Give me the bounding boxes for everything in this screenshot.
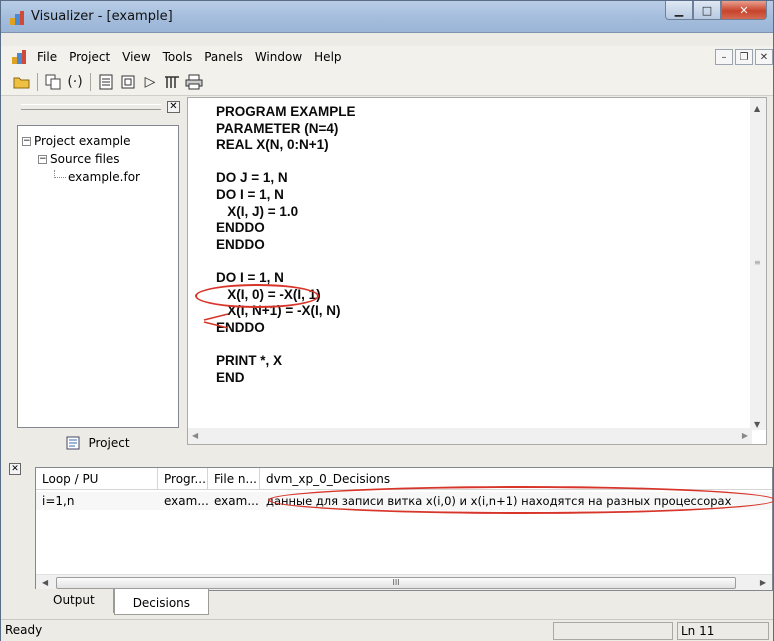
app-window: Visualizer - [example] ▁ □ ✕ File Projec… [0, 0, 774, 641]
tree-item-label: Project example [34, 134, 131, 148]
cell-file: exam... [214, 494, 259, 508]
grid-icon[interactable] [117, 71, 139, 93]
document-icon[interactable] [11, 49, 27, 65]
scroll-right-icon[interactable]: ▶ [760, 578, 766, 587]
project-tab-icon [66, 436, 80, 450]
decisions-list: Loop / PU Progr... File n... dvm_xp_0_De… [35, 467, 774, 591]
doc-restore-button[interactable]: ❐ [735, 49, 753, 65]
scroll-right-icon[interactable]: ▶ [742, 431, 748, 440]
tree-item-source-files[interactable]: − Source files [38, 152, 120, 166]
source-code[interactable]: PROGRAM EXAMPLE PARAMETER (N=4) REAL X(N… [216, 104, 356, 386]
list-icon[interactable] [95, 71, 117, 93]
project-tree: − Project example − Source files example.f… [17, 125, 179, 428]
status-line-number: Ln 11 [677, 622, 769, 640]
pane-gripper[interactable] [21, 104, 161, 110]
cell-program: exam... [164, 494, 208, 508]
annotation-oval-decision [268, 486, 774, 514]
column-header-file[interactable]: File n... [208, 468, 260, 490]
toolbar-separator [90, 72, 91, 91]
title-bar[interactable]: Visualizer - [example] ▁ □ ✕ [1, 1, 773, 33]
project-pane: ✕ − Project example − Source files example… [7, 97, 183, 457]
tree-item-example-for[interactable]: example.for [54, 170, 140, 184]
menu-bar: File Project View Tools Panels Window He… [1, 46, 773, 68]
open-folder-icon[interactable] [11, 71, 33, 93]
scroll-thumb-grip: III [392, 578, 400, 587]
output-panel: ✕ Loop / PU Progr... File n... dvm_xp_0_… [7, 459, 774, 619]
toolbar-separator [37, 72, 38, 91]
column-header-loop[interactable]: Loop / PU [36, 468, 158, 490]
scroll-grip-icon[interactable]: ≡ [754, 258, 761, 267]
menu-window[interactable]: Window [249, 50, 308, 64]
close-button[interactable]: ✕ [721, 1, 767, 20]
doc-minimize-button[interactable]: – [715, 49, 733, 65]
caption-buttons: ▁ □ ✕ [665, 1, 767, 21]
menu-file[interactable]: File [31, 50, 63, 64]
annotation-arrows [203, 313, 229, 329]
tree-item-label: example.for [68, 170, 140, 184]
menu-view[interactable]: View [116, 50, 156, 64]
tree-connector [54, 170, 66, 178]
scroll-thumb[interactable]: III [56, 577, 736, 589]
toolbar: (·) ▷ [1, 68, 773, 96]
columns-icon[interactable] [161, 71, 183, 93]
minimize-button[interactable]: ▁ [665, 1, 693, 20]
document-caption-buttons: – ❐ ✕ [713, 49, 773, 65]
window-title: Visualizer - [example] [31, 9, 173, 24]
tab-output[interactable]: Output [35, 589, 114, 613]
tab-decisions[interactable]: Decisions [113, 589, 210, 615]
run-icon[interactable]: ▷ [139, 71, 161, 93]
collapse-icon[interactable]: − [38, 155, 47, 164]
scroll-up-icon[interactable]: ▲ [754, 104, 760, 113]
cell-loop: i=1,n [42, 494, 75, 508]
close-panel-icon[interactable]: ✕ [9, 463, 21, 475]
scroll-down-icon[interactable]: ▼ [754, 420, 760, 429]
print-icon[interactable] [183, 71, 205, 93]
annotation-oval-loop [195, 284, 319, 308]
scroll-left-icon[interactable]: ◀ [42, 578, 48, 587]
collapse-icon[interactable]: − [22, 137, 31, 146]
app-icon [10, 11, 24, 25]
project-tab-label: Project [88, 436, 130, 450]
editor-vertical-scrollbar[interactable]: ▲ ≡ ▼ [750, 98, 766, 430]
list-horizontal-scrollbar[interactable]: ◀ III ▶ [36, 574, 772, 590]
code-editor[interactable]: PROGRAM EXAMPLE PARAMETER (N=4) REAL X(N… [187, 97, 767, 445]
editor-horizontal-scrollbar[interactable]: ◀ ▶ [188, 428, 752, 444]
status-pane-empty [553, 622, 673, 640]
column-header-program[interactable]: Progr... [158, 468, 208, 490]
menu-panels[interactable]: Panels [198, 50, 249, 64]
tree-item-label: Source files [50, 152, 120, 166]
menu-help[interactable]: Help [308, 50, 347, 64]
maximize-button[interactable]: □ [693, 1, 721, 20]
close-pane-icon[interactable]: ✕ [167, 101, 180, 113]
status-bar: Ready Ln 11 [1, 619, 773, 641]
project-tab[interactable]: Project [17, 432, 179, 454]
tree-item-project[interactable]: − Project example [22, 134, 131, 148]
doc-close-button[interactable]: ✕ [755, 49, 773, 65]
scroll-left-icon[interactable]: ◀ [192, 431, 198, 440]
status-text: Ready [5, 623, 43, 637]
menu-project[interactable]: Project [63, 50, 116, 64]
bottom-tabs: Output Decisions [35, 589, 210, 615]
copy-icon[interactable] [42, 71, 64, 93]
analyze-icon[interactable]: (·) [64, 71, 86, 93]
menu-tools[interactable]: Tools [157, 50, 199, 64]
